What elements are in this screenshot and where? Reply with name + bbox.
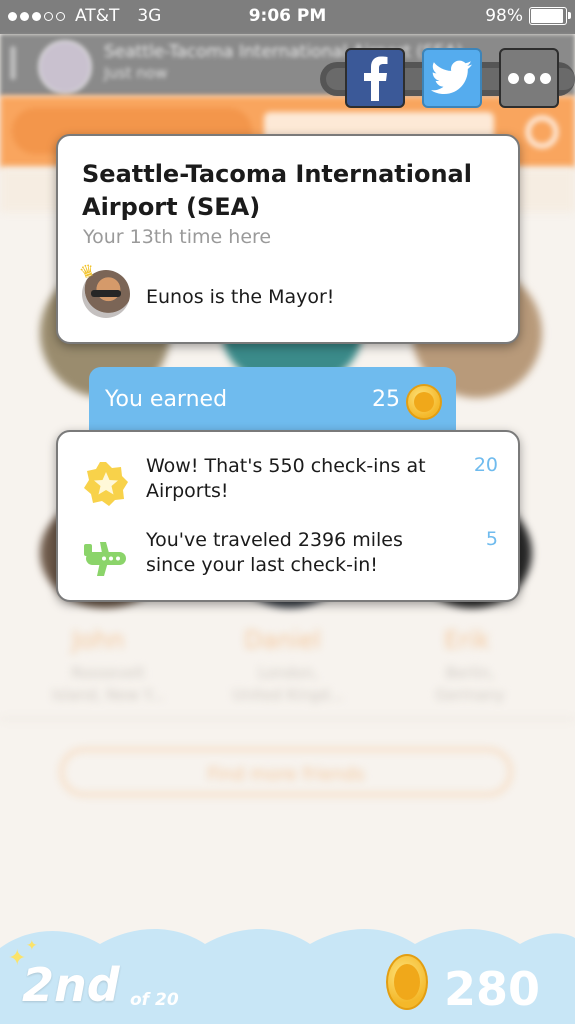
earned-label: You earned [105, 387, 228, 412]
coin-total: 280 [444, 962, 541, 1016]
background-friend-name: Daniel [244, 626, 321, 654]
earned-banner: You earned 25 [89, 367, 456, 433]
drag-handle-icon [10, 46, 16, 80]
background-friend-location: Berlin, [445, 664, 495, 682]
status-right: 98% [485, 6, 571, 26]
background-friend-name: Erik [444, 626, 490, 654]
background-friend-location: United Kingd... [232, 686, 344, 704]
background-friend-location: Roosevelt [71, 664, 145, 682]
search-icon [526, 116, 558, 148]
divider [0, 718, 575, 720]
sparkle-icon: ✦ [26, 938, 38, 954]
find-more-friends-button: Find more friends [60, 748, 512, 796]
visit-count: Your 13th time here [83, 226, 272, 248]
battery-icon [529, 7, 571, 25]
rewards-card: Wow! That's 550 check-ins at Airports! 2… [56, 430, 520, 602]
facebook-share-button[interactable] [345, 48, 405, 108]
background-friend-location: Germany [435, 686, 505, 704]
background-friend-location: London, [258, 664, 318, 682]
mayor-text: Eunos is the Mayor! [146, 286, 335, 308]
airplane-icon [84, 542, 126, 576]
leaderboard-rank: 2nd [22, 958, 120, 1012]
more-icon [507, 72, 551, 84]
facebook-icon [364, 56, 388, 101]
coin-icon [386, 954, 428, 1010]
twitter-share-button[interactable] [422, 48, 482, 108]
background-avatar [38, 40, 92, 94]
reward-points: 20 [473, 454, 498, 476]
more-options-button[interactable] [499, 48, 559, 108]
battery-percent: 98% [485, 6, 523, 26]
leaderboard-rank-of: of 20 [130, 990, 179, 1010]
reward-text: Wow! That's 550 check-ins at Airports! [146, 455, 426, 502]
background-friend-location: Island, New Y... [51, 686, 165, 704]
earned-total: 25 [372, 387, 400, 412]
background-venue-subtitle: Just now [104, 64, 168, 82]
background-friend-name: John [72, 626, 125, 654]
coin-icon [406, 384, 442, 420]
background-venue-title: Seattle-Tacoma International Airport (SE… [104, 42, 463, 62]
status-bar: AT&T 3G 9:06 PM 98% [0, 0, 575, 34]
venue-card: Seattle-Tacoma International Airport (SE… [56, 134, 520, 344]
star-badge-icon [84, 462, 128, 506]
twitter-icon [431, 60, 472, 94]
reward-text: You've traveled 2396 miles since your la… [146, 529, 403, 576]
reward-points: 5 [485, 528, 498, 550]
venue-title: Seattle-Tacoma International Airport (SE… [82, 160, 472, 221]
